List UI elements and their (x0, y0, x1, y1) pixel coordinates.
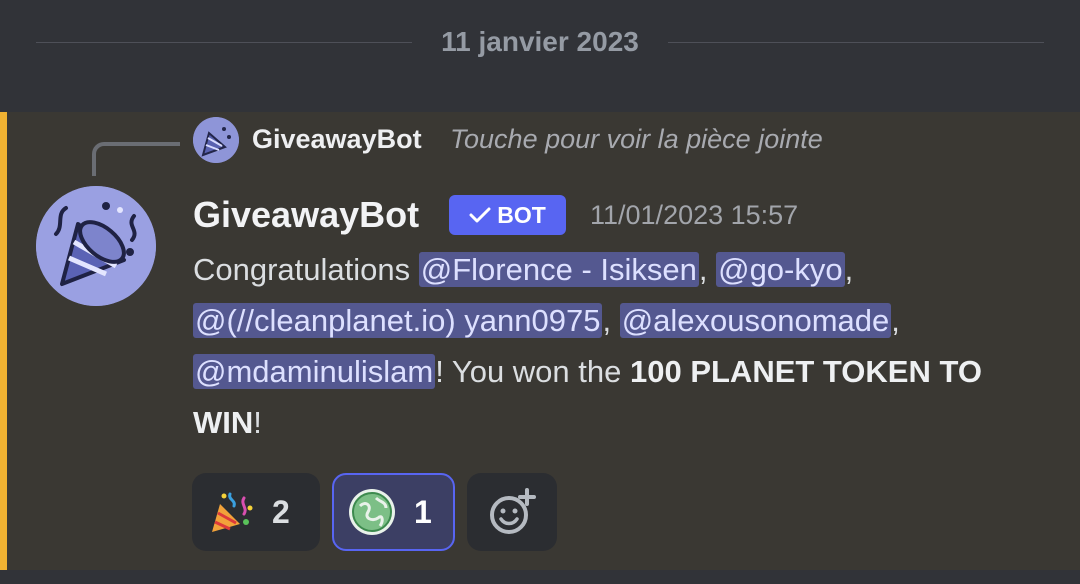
reaction-count: 1 (414, 493, 432, 530)
message-text: ! You won the (435, 354, 630, 389)
user-mention[interactable]: @(//cleanplanet.io) yann0975 (193, 303, 603, 338)
message-text: , (844, 252, 854, 287)
message-timestamp[interactable]: 11/01/2023 15:57 (590, 200, 798, 231)
bottom-band (0, 570, 1080, 584)
user-mention[interactable]: @Florence - Isiksen (418, 252, 699, 287)
party-popper-avatar-icon (36, 186, 156, 306)
add-reaction-button[interactable] (467, 473, 557, 551)
user-mention[interactable]: @alexousonomade (619, 303, 892, 338)
reply-preview[interactable]: Touche pour voir la pièce jointe (450, 124, 823, 155)
add-reaction-icon (490, 488, 536, 534)
message-text: , (698, 252, 717, 287)
bot-tag: BOT (449, 195, 566, 235)
divider-line-right (668, 42, 1044, 43)
bot-tag-label: BOT (497, 201, 546, 228)
reaction-planet-token[interactable]: 1 (332, 473, 455, 551)
divider-line-left (36, 42, 412, 43)
message-text: , (891, 303, 900, 338)
party-popper-avatar-icon (193, 117, 239, 163)
date-divider: 11 janvier 2023 (0, 0, 1080, 86)
reply-spine (92, 142, 180, 176)
checkmark-icon (469, 207, 491, 223)
message-text: , (602, 303, 620, 338)
reply-author[interactable]: GiveawayBot (252, 124, 422, 155)
highlight-accent-bar (0, 112, 7, 570)
planet-token-icon (349, 489, 395, 535)
message-content: Congratulations @Florence - Isiksen, @go… (193, 244, 1043, 448)
message-text: Congratulations (193, 252, 419, 287)
reaction-count: 2 (272, 493, 290, 530)
author-avatar[interactable] (36, 186, 156, 306)
reaction-party-popper[interactable]: 2 (192, 473, 320, 551)
message-text: ! (253, 405, 262, 440)
user-mention[interactable]: @mdaminulislam (193, 354, 436, 389)
reply-avatar[interactable] (193, 117, 239, 163)
party-popper-icon (212, 492, 253, 532)
user-mention[interactable]: @go-kyo (716, 252, 845, 287)
date-divider-label: 11 janvier 2023 (441, 26, 639, 57)
message-author[interactable]: GiveawayBot (193, 194, 419, 236)
